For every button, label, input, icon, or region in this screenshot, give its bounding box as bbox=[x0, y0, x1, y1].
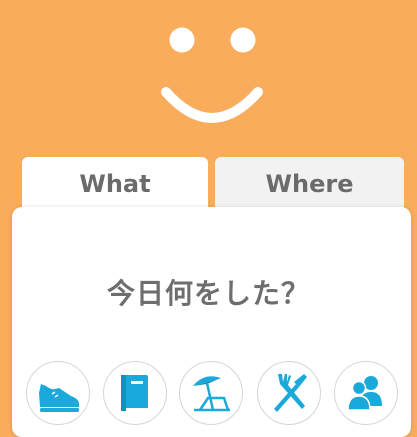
fork-knife-icon bbox=[274, 374, 307, 412]
smiley-face-icon bbox=[161, 27, 263, 123]
shoe-icon bbox=[39, 384, 79, 412]
tab-where-label: Where bbox=[265, 170, 354, 198]
tab-what-label: What bbox=[79, 170, 151, 198]
people-icon bbox=[347, 376, 382, 411]
question-title: 今日何をした？ bbox=[106, 277, 310, 310]
book-icon bbox=[121, 375, 148, 411]
shoe-button[interactable] bbox=[26, 361, 90, 425]
book-button[interactable] bbox=[103, 361, 167, 425]
people-button[interactable] bbox=[334, 361, 398, 425]
beach-umbrella-icon bbox=[193, 376, 230, 412]
food-button[interactable] bbox=[257, 361, 321, 425]
beach-button[interactable] bbox=[179, 361, 243, 425]
